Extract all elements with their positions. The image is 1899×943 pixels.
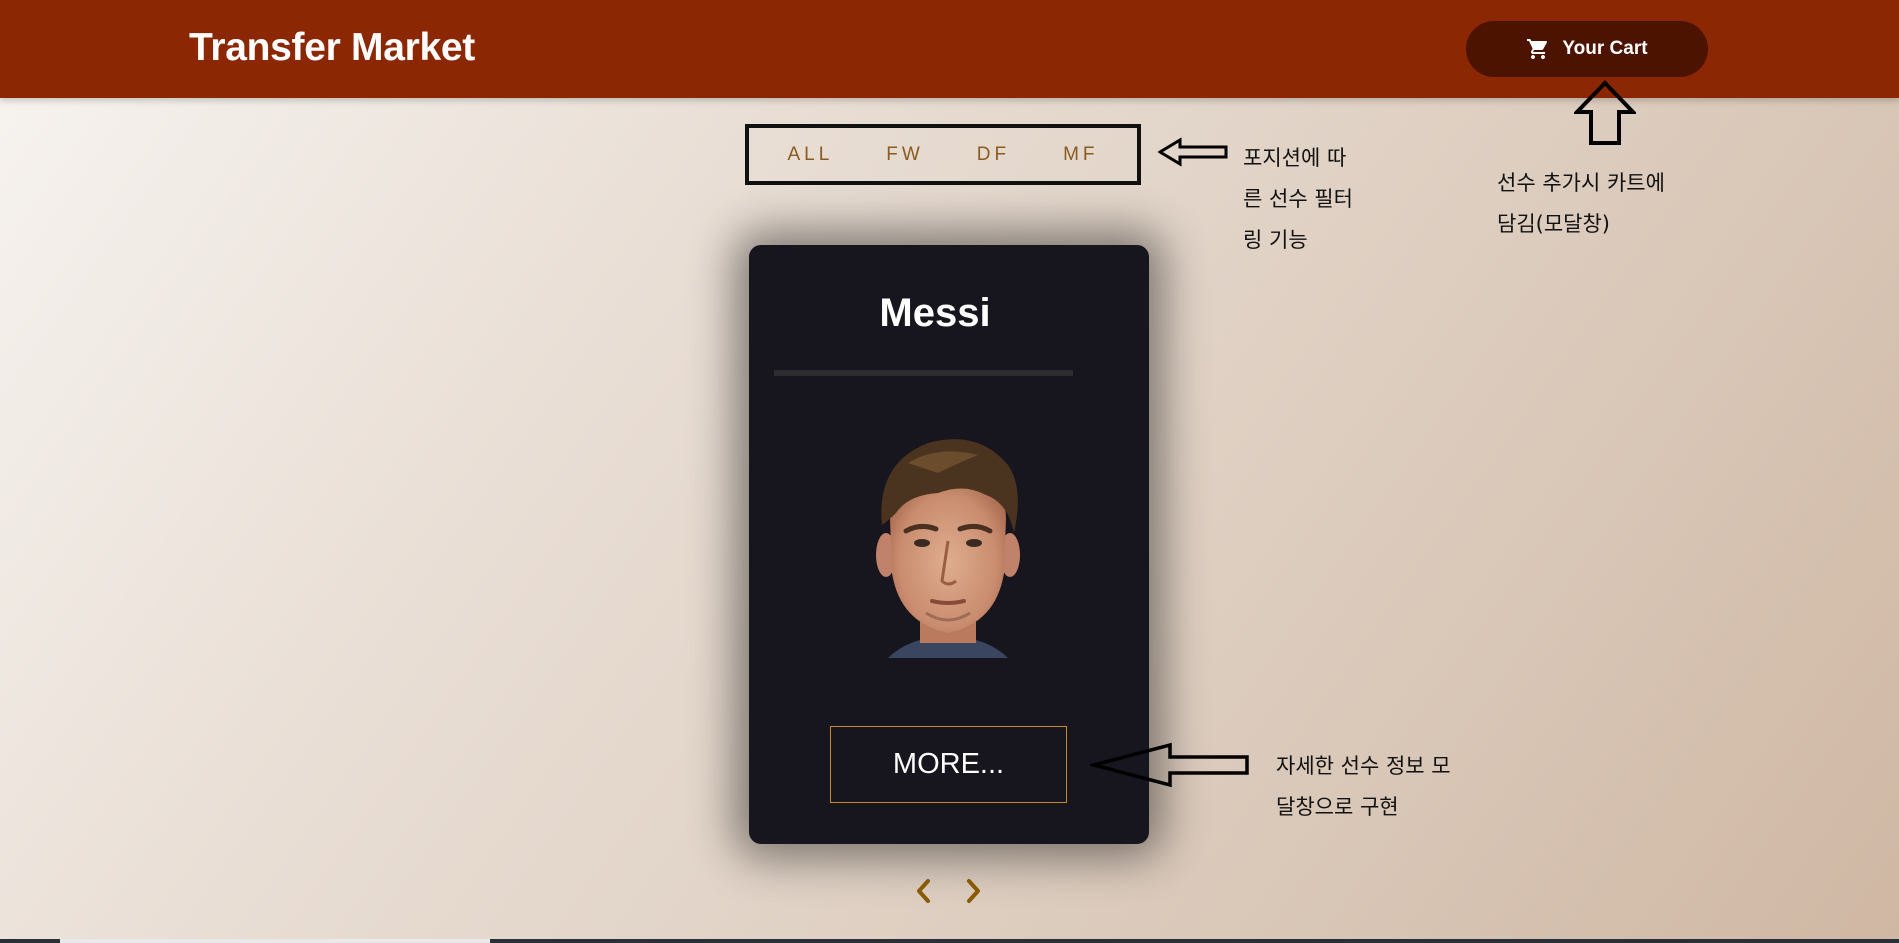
cart-button-label: Your Cart — [1562, 38, 1648, 59]
filter-mf[interactable]: MF — [1063, 144, 1098, 166]
more-note-line: 달창으로 구현 — [1276, 795, 1399, 819]
filter-note-line: 른 선수 필터 — [1243, 187, 1353, 211]
your-cart-button[interactable]: Your Cart — [1466, 21, 1708, 77]
cart-note-line: 담김(모달창) — [1497, 212, 1610, 236]
player-name: Messi — [879, 291, 991, 335]
brand-title[interactable]: Transfer Market — [189, 26, 475, 70]
more-annotation-note: 자세한 선수 정보 모 달창으로 구현 — [1276, 746, 1506, 828]
more-annotation-arrow — [1090, 742, 1249, 788]
chevron-left-icon[interactable] — [912, 876, 936, 906]
cart-note-line: 선수 추가시 카트에 — [1497, 171, 1665, 195]
position-filter-bar: ALL FW DF MF — [745, 124, 1141, 185]
more-info-button[interactable]: MORE... — [830, 726, 1067, 803]
shopping-cart-icon — [1527, 39, 1548, 59]
window-bottom-highlight — [60, 939, 490, 943]
cart-annotation-arrow — [1574, 80, 1636, 145]
cart-annotation-note: 선수 추가시 카트에 담김(모달창) — [1497, 163, 1727, 245]
filter-note-line: 포지션에 따 — [1243, 146, 1347, 170]
filter-annotation-note: 포지션에 따 른 선수 필터 링 기능 — [1243, 138, 1393, 261]
chevron-right-icon[interactable] — [961, 876, 985, 906]
filter-fw[interactable]: FW — [886, 144, 924, 166]
player-portrait — [876, 439, 1020, 658]
card-divider — [774, 370, 1073, 376]
more-note-line: 자세한 선수 정보 모 — [1276, 754, 1451, 778]
filter-df[interactable]: DF — [977, 144, 1010, 166]
filter-annotation-arrow — [1158, 137, 1228, 167]
player-card: Messi MORE... — [749, 245, 1149, 844]
filter-all[interactable]: ALL — [787, 144, 833, 166]
filter-note-line: 링 기능 — [1243, 228, 1308, 252]
